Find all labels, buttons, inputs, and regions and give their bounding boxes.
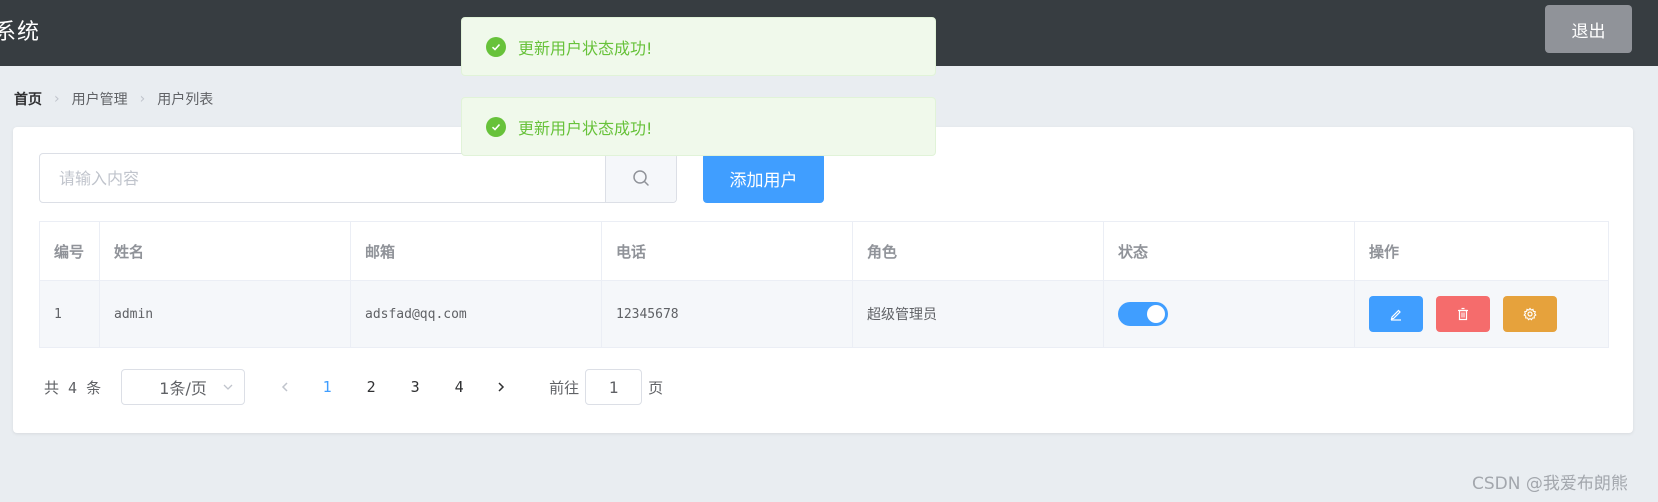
edit-icon xyxy=(1390,309,1401,321)
chevron-right-icon xyxy=(498,382,505,392)
breadcrumb: 首页 › 用户管理 › 用户列表 xyxy=(14,89,213,109)
page-number[interactable]: 3 xyxy=(393,369,437,405)
user-table: 编号 姓名 邮箱 电话 角色 状态 操作 1 admin adsfad@qq.c… xyxy=(39,221,1609,348)
app-title: 系统 xyxy=(0,20,41,45)
cell-phone: 12345678 xyxy=(602,281,853,347)
delete-button[interactable] xyxy=(1436,296,1490,332)
table-row: 1 admin adsfad@qq.com 12345678 超级管理员 xyxy=(40,281,1608,347)
page-size-select[interactable]: 1条/页 xyxy=(121,369,246,405)
cell-actions xyxy=(1355,281,1608,347)
page-number[interactable]: 4 xyxy=(437,369,481,405)
gear-icon xyxy=(1523,307,1537,321)
breadcrumb-user-list: 用户列表 xyxy=(157,92,214,108)
column-header-status: 状态 xyxy=(1104,222,1355,280)
status-switch[interactable] xyxy=(1118,302,1168,326)
cell-id: 1 xyxy=(40,281,100,347)
chevron-right-icon: › xyxy=(54,91,60,107)
search-box xyxy=(39,153,677,203)
breadcrumb-home[interactable]: 首页 xyxy=(14,89,42,109)
cell-role: 超级管理员 xyxy=(853,281,1104,347)
search-icon xyxy=(633,170,649,186)
column-header-phone: 电话 xyxy=(602,222,853,280)
goto-page-input[interactable] xyxy=(585,369,643,405)
column-header-id: 编号 xyxy=(40,222,100,280)
switch-knob xyxy=(1147,305,1165,323)
page-number[interactable]: 2 xyxy=(349,369,393,405)
trash-icon xyxy=(1458,307,1468,321)
check-circle-icon xyxy=(486,36,506,57)
watermark: CSDN @我爱布朗熊 xyxy=(1472,474,1628,494)
chevron-right-icon: › xyxy=(139,91,146,107)
assign-role-button[interactable] xyxy=(1503,296,1557,332)
pagination-total: 共 4 条 xyxy=(44,378,102,397)
toast-message: 更新用户状态成功! xyxy=(518,38,653,58)
check-circle-icon xyxy=(486,116,506,137)
page-number[interactable]: 1 xyxy=(305,369,349,405)
breadcrumb-user-management: 用户管理 xyxy=(71,92,128,108)
search-input[interactable] xyxy=(40,154,605,202)
pagination: 共 4 条 1条/页 1 2 3 4 前往 页 xyxy=(44,369,663,405)
chevron-down-icon xyxy=(223,384,233,390)
page-size-value: 1条/页 xyxy=(159,379,207,398)
user-list-card: 添加用户 编号 姓名 邮箱 电话 角色 状态 操作 1 admin adsfad… xyxy=(13,127,1633,433)
column-header-role: 角色 xyxy=(853,222,1104,280)
column-header-name: 姓名 xyxy=(100,222,351,280)
page-suffix: 页 xyxy=(648,378,664,397)
search-button[interactable] xyxy=(605,154,676,202)
table-header: 编号 姓名 邮箱 电话 角色 状态 操作 xyxy=(40,222,1608,281)
column-header-email: 邮箱 xyxy=(351,222,602,280)
column-header-actions: 操作 xyxy=(1369,242,1400,261)
toast-message: 更新用户状态成功! xyxy=(518,118,653,138)
next-page-button[interactable] xyxy=(481,369,521,405)
chevron-left-icon xyxy=(282,382,288,392)
prev-page-button[interactable] xyxy=(265,369,305,405)
cell-email: adsfad@qq.com xyxy=(351,281,602,347)
edit-button[interactable] xyxy=(1369,296,1423,332)
cell-name: admin xyxy=(100,281,351,347)
goto-label: 前往 xyxy=(549,378,580,397)
logout-button[interactable]: 退出 xyxy=(1545,5,1632,53)
success-toast: 更新用户状态成功! xyxy=(461,17,936,76)
add-user-button[interactable]: 添加用户 xyxy=(703,153,824,203)
success-toast: 更新用户状态成功! xyxy=(461,97,936,156)
cell-status xyxy=(1104,281,1355,347)
